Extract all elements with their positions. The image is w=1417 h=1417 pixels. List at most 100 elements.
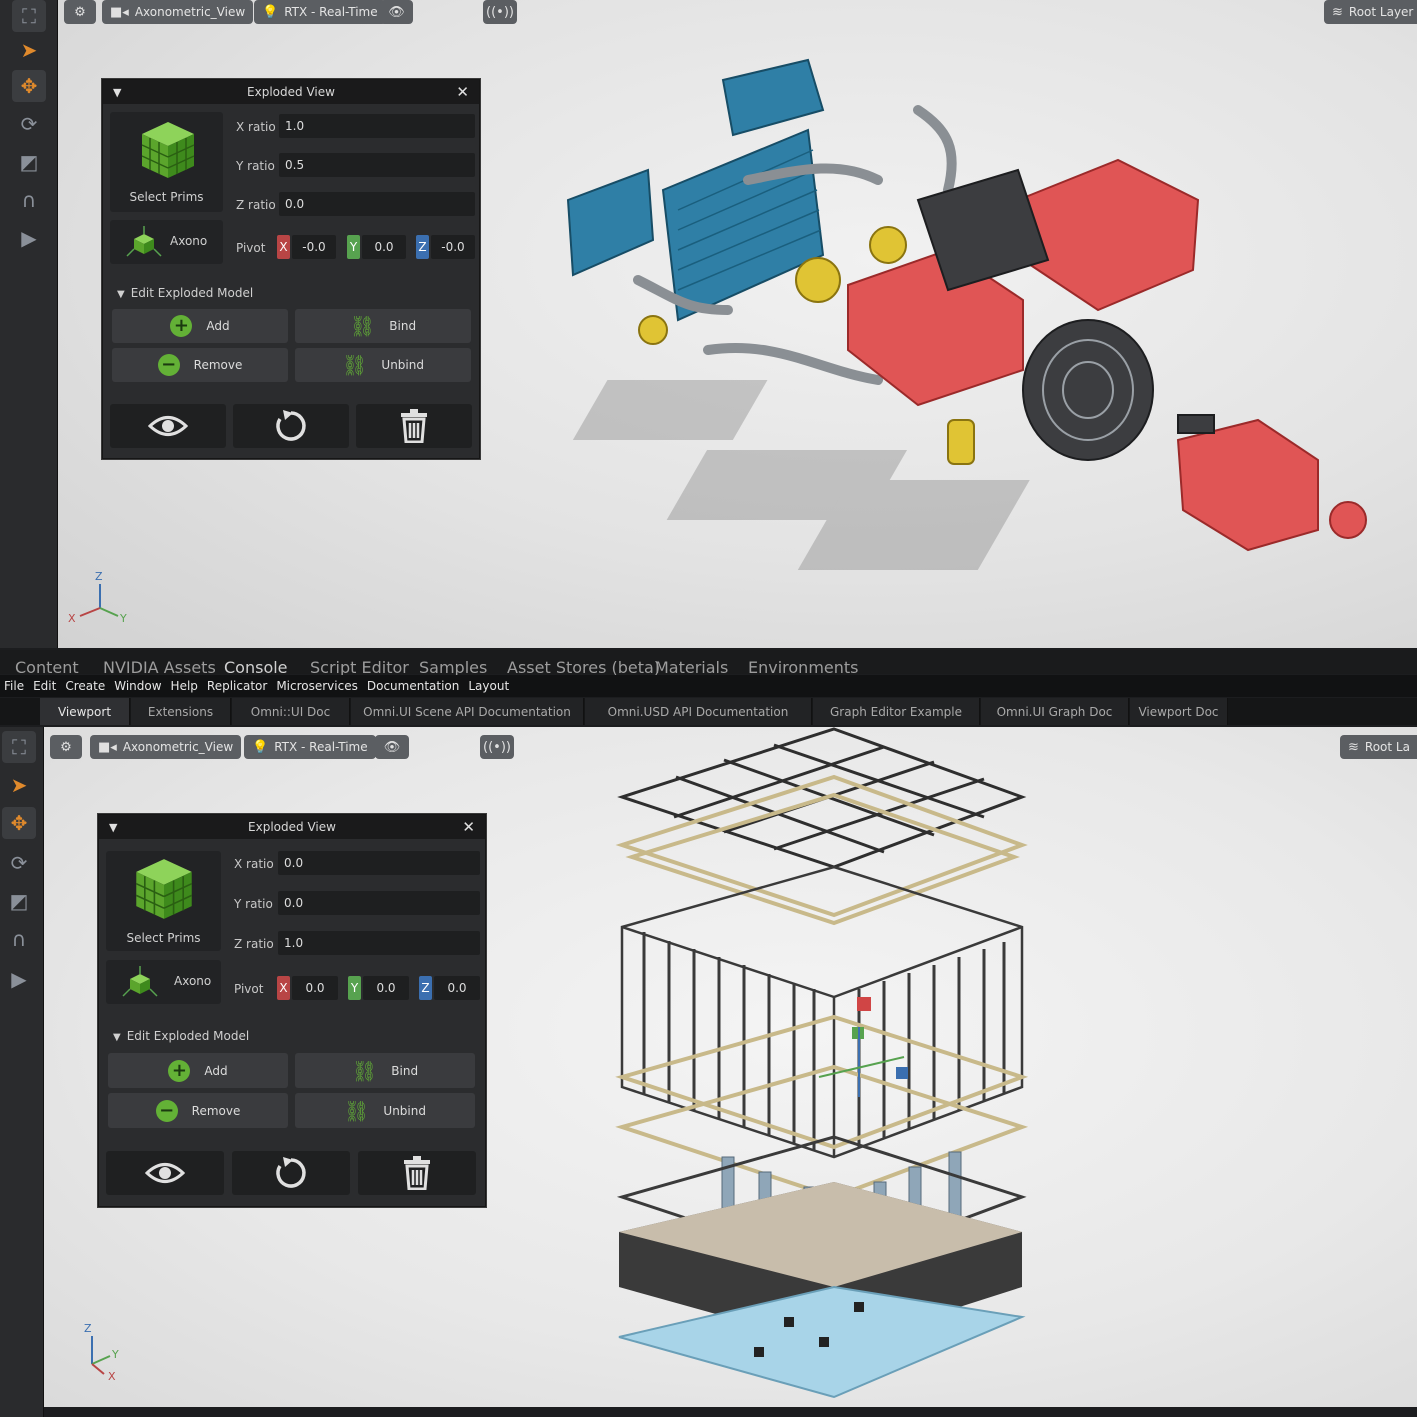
snap-magnet-icon[interactable]: ∩ [12,184,46,216]
menu-layout[interactable]: Layout [468,679,509,693]
toggle-visibility-button[interactable] [106,1151,224,1195]
axono-button[interactable]: Axono [110,220,223,264]
tab-viewport[interactable]: Viewport [40,698,130,725]
snap-magnet-icon[interactable]: ∩ [2,923,36,955]
axis-gizmo: Z X Y [68,570,138,630]
tab-viewport-doc[interactable]: Viewport Doc [1130,698,1228,725]
select-prims-button[interactable]: Select Prims [110,112,223,212]
pivot-x-tag: X [277,235,290,259]
live-sync-button[interactable]: ((•)) [480,735,514,759]
menu-help[interactable]: Help [171,679,198,693]
engine-exploded-model[interactable] [478,50,1378,630]
menu-replicator[interactable]: Replicator [207,679,267,693]
bind-button[interactable]: ⛓ Bind [295,1053,475,1088]
select-prims-label: Select Prims [126,931,201,945]
add-button[interactable]: + Add [112,309,288,343]
live-sync-button[interactable]: ((•)) [483,0,517,24]
camera-mode-icon[interactable]: ⛶ [2,731,36,763]
delete-button[interactable] [358,1151,476,1195]
move-icon[interactable]: ✥ [2,807,36,839]
settings-button[interactable]: ⚙ [64,0,96,24]
scale-icon[interactable]: ◩ [12,146,46,178]
root-layer-button[interactable]: ≋ Root La [1340,735,1417,759]
pivot-x-tag: X [277,976,290,1000]
z-ratio-field[interactable]: 0.0 [279,192,475,216]
panel-title-bar[interactable]: ▼ Exploded View ✕ [99,815,485,839]
y-ratio-field[interactable]: 0.5 [279,153,475,177]
panel-title-bar[interactable]: ▼ Exploded View ✕ [103,80,479,104]
bind-button[interactable]: ⛓ Bind [295,309,471,343]
menu-microservices[interactable]: Microservices [276,679,358,693]
remove-button[interactable]: − Remove [108,1093,288,1128]
reset-button[interactable] [232,1151,350,1195]
play-icon[interactable]: ▶ [2,963,36,995]
select-arrow-icon[interactable]: ➤ [2,769,36,801]
tab-omni-usd-api[interactable]: Omni.USD API Documentation [585,698,812,725]
y-ratio-field[interactable]: 0.0 [278,891,480,915]
pivot-z-field[interactable]: 0.0 [434,976,480,1000]
select-prims-button[interactable]: Select Prims [106,851,221,951]
rotate-icon[interactable]: ⟳ [12,108,46,140]
visibility-button[interactable]: 👁 [380,0,413,24]
visibility-button[interactable]: 👁 [375,735,409,759]
root-layer-button[interactable]: ≋ Root Layer [1324,0,1417,24]
camera-button[interactable]: ■◂ Axonometric_View [90,735,242,759]
scale-icon[interactable]: ◩ [2,885,36,917]
z-ratio-field[interactable]: 1.0 [278,931,480,955]
gear-icon: ⚙ [74,4,86,20]
tab-omni-ui-scene-api[interactable]: Omni.UI Scene API Documentation [351,698,584,725]
edit-exploded-model-header[interactable]: ▼ Edit Exploded Model [113,1029,249,1043]
reset-button[interactable] [233,404,349,448]
x-ratio-field[interactable]: 0.0 [278,851,480,875]
add-label: Add [206,319,230,333]
unlink-icon: ⛓ [344,1098,370,1123]
unbind-label: Unbind [381,358,424,372]
delete-button[interactable] [356,404,472,448]
tab-graph-editor-example[interactable]: Graph Editor Example [813,698,980,725]
edit-exploded-model-header[interactable]: ▼ Edit Exploded Model [117,286,253,300]
building-exploded-model[interactable] [604,727,1064,1407]
pivot-z-field[interactable]: -0.0 [431,235,475,259]
cube-icon [141,122,195,178]
select-prims-label: Select Prims [129,190,204,204]
collapse-icon[interactable]: ▼ [109,821,117,834]
menu-create[interactable]: Create [65,679,105,693]
remove-icon: − [155,1099,178,1122]
axis-x-label: X [108,1370,116,1383]
axono-button[interactable]: Axono [106,960,221,1004]
close-icon[interactable]: ✕ [456,83,469,101]
menu-edit[interactable]: Edit [33,679,56,693]
close-icon[interactable]: ✕ [462,818,475,836]
camera-button[interactable]: ■◂ Axonometric_View [102,0,254,24]
menu-window[interactable]: Window [114,679,161,693]
remove-button[interactable]: − Remove [112,348,288,382]
x-ratio-field[interactable]: 1.0 [279,114,475,138]
menu-documentation[interactable]: Documentation [367,679,460,693]
camera-mode-icon[interactable]: ⛶ [12,0,46,32]
link-icon: ⛓ [351,1058,378,1083]
pivot-y-field[interactable]: 0.0 [363,976,409,1000]
play-icon[interactable]: ▶ [12,222,46,254]
renderer-button[interactable]: 💡 RTX - Real-Time [244,735,376,759]
collapse-icon[interactable]: ▼ [113,86,121,99]
toggle-visibility-button[interactable] [110,404,226,448]
select-arrow-icon[interactable]: ➤ [12,34,46,66]
move-icon[interactable]: ✥ [12,70,46,102]
unbind-button[interactable]: ⛓ Unbind [295,348,471,382]
panel-tab-strip: Content NVIDIA Assets Console Script Edi… [0,650,1417,677]
pivot-x-field[interactable]: -0.0 [292,235,336,259]
settings-button[interactable]: ⚙ [50,735,82,759]
renderer-button[interactable]: 💡 RTX - Real-Time [254,0,386,24]
pivot-z-tag: Z [416,235,429,259]
pivot-x-field[interactable]: 0.0 [292,976,338,1000]
menu-file[interactable]: File [4,679,24,693]
unbind-button[interactable]: ⛓ Unbind [295,1093,475,1128]
tab-omni-ui-doc[interactable]: Omni::UI Doc [232,698,350,725]
pivot-y-field[interactable]: 0.0 [362,235,406,259]
layers-icon: ≋ [1332,4,1343,20]
tab-omni-ui-graph-doc[interactable]: Omni.UI Graph Doc [981,698,1129,725]
trash-icon [401,409,427,443]
rotate-icon[interactable]: ⟳ [2,847,36,879]
tab-extensions[interactable]: Extensions [131,698,231,725]
add-button[interactable]: + Add [108,1053,288,1088]
